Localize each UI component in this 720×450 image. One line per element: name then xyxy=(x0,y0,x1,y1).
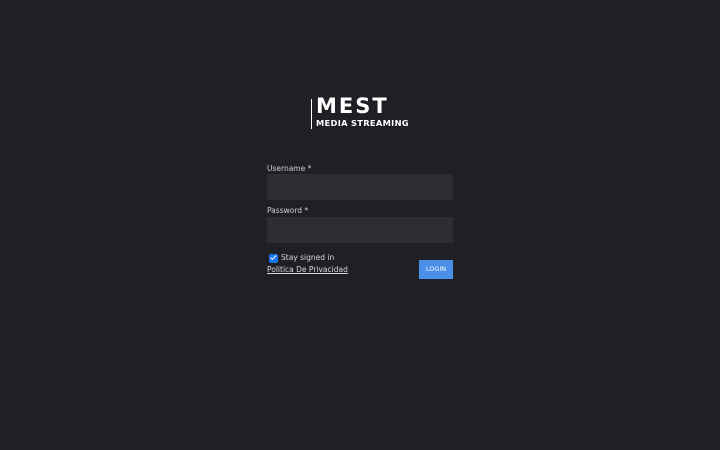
password-label: Password * xyxy=(267,206,309,215)
stay-signed-in-checkbox[interactable] xyxy=(269,253,278,263)
username-input[interactable] xyxy=(267,174,453,200)
privacy-policy-link[interactable]: Politica De Privacidad xyxy=(267,265,348,275)
logo-sub-text: MEDIA STREAMING xyxy=(316,118,409,128)
password-input[interactable] xyxy=(267,217,453,243)
login-button[interactable]: LOGIN xyxy=(419,260,453,279)
username-label: Username * xyxy=(267,164,312,173)
stay-signed-in-row: Stay signed in xyxy=(267,253,334,263)
logo-divider-bar xyxy=(311,99,312,129)
logo-main-text: MEST xyxy=(316,94,389,118)
login-page: MEST MEDIA STREAMING Username * Password… xyxy=(0,0,720,450)
mest-logo: MEST MEDIA STREAMING xyxy=(311,94,411,130)
stay-signed-in-label: Stay signed in xyxy=(281,253,335,262)
